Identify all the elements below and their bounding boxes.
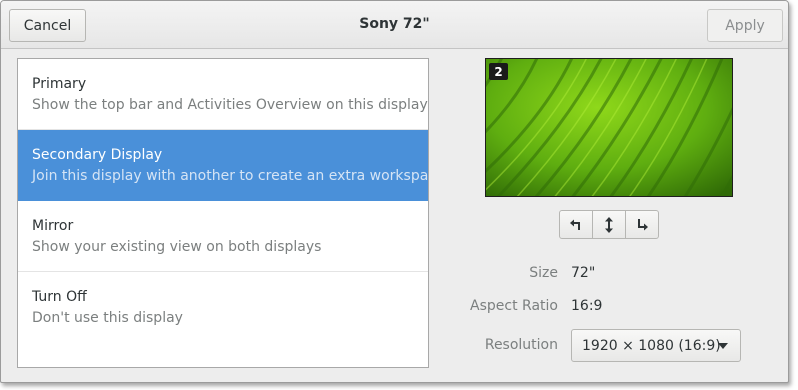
mode-primary[interactable]: Primary Show the top bar and Activities …	[18, 59, 428, 130]
mode-title: Secondary Display	[32, 147, 163, 163]
mode-description: Show your existing view on both displays	[32, 239, 322, 255]
display-preview	[485, 58, 733, 197]
rotate-left-button[interactable]	[560, 211, 593, 238]
resolution-value: 1920 × 1080 (16:9)	[582, 337, 721, 354]
resolution-label: Resolution	[484, 337, 558, 353]
apply-button[interactable]: Apply	[707, 9, 783, 42]
display-number-badge: 2	[489, 63, 508, 80]
rotate-right-button[interactable]	[626, 211, 658, 238]
rotation-buttons	[559, 210, 659, 239]
mode-title: Turn Off	[32, 289, 87, 305]
rotate-right-icon	[638, 218, 648, 230]
size-label: Size	[529, 265, 558, 281]
flip-vertical-icon	[605, 216, 613, 233]
mode-description: Don't use this display	[32, 310, 183, 326]
chevron-down-icon	[718, 343, 728, 349]
mode-title: Mirror	[32, 218, 74, 234]
display-mode-list: Primary Show the top bar and Activities …	[17, 58, 429, 368]
mode-title: Primary	[32, 76, 87, 92]
mode-description: Show the top bar and Activities Overview…	[32, 97, 428, 113]
aspect-ratio-label: Aspect Ratio	[470, 298, 558, 314]
size-value: 72"	[571, 265, 596, 281]
resolution-dropdown[interactable]: 1920 × 1080 (16:9)	[571, 329, 741, 362]
mode-secondary-display[interactable]: Secondary Display Join this display with…	[18, 130, 428, 201]
rotate-left-icon	[570, 219, 580, 230]
aspect-ratio-value: 16:9	[571, 298, 603, 314]
wallpaper-leaf-image	[486, 59, 732, 196]
display-settings-dialog: Cancel Sony 72" Apply Primary Show the t…	[0, 0, 789, 383]
flip-vertical-button[interactable]	[593, 211, 626, 238]
dialog-title: Sony 72"	[359, 16, 430, 32]
header-bar: Cancel Sony 72" Apply	[1, 1, 788, 49]
mode-mirror[interactable]: Mirror Show your existing view on both d…	[18, 201, 428, 272]
mode-turn-off[interactable]: Turn Off Don't use this display	[18, 272, 428, 343]
mode-description: Join this display with another to create…	[32, 168, 429, 184]
